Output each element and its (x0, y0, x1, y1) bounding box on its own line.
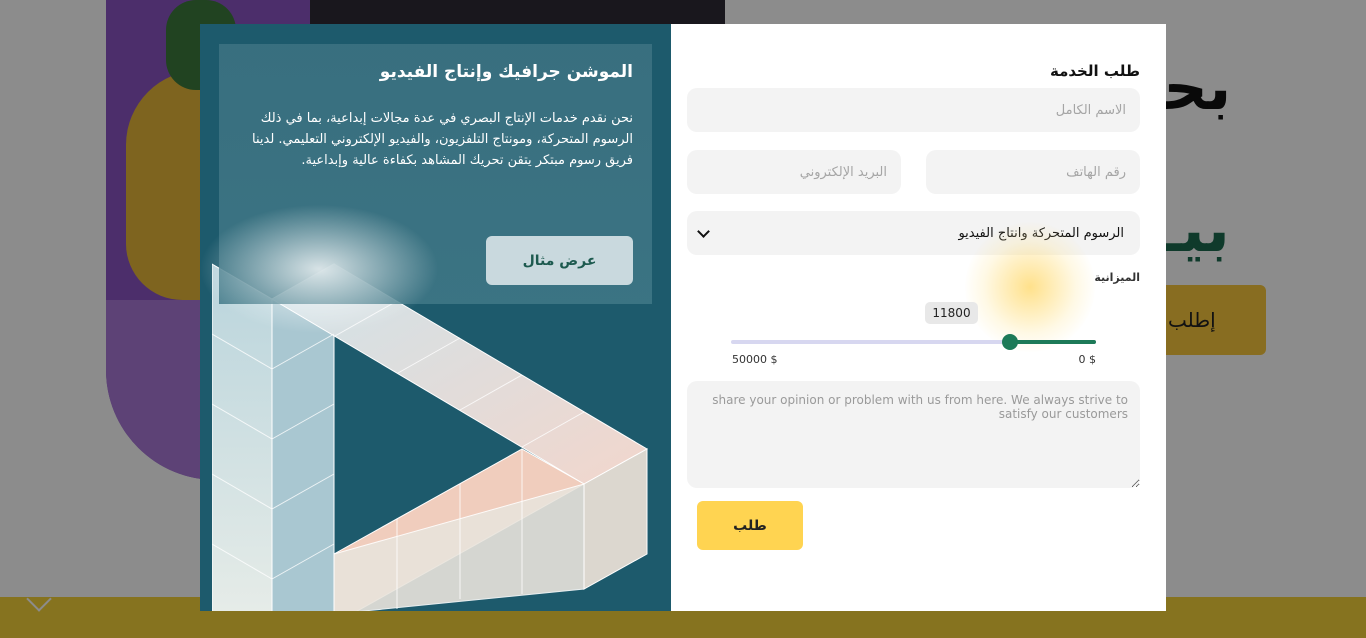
budget-value-bubble: 11800 (925, 302, 978, 324)
budget-min-label: 0 $ (1078, 353, 1097, 366)
decorative-glow (965, 222, 1095, 352)
chevron-down-icon (697, 224, 710, 238)
phone-input[interactable] (926, 150, 1140, 194)
budget-slider-thumb[interactable] (1001, 334, 1018, 350)
service-title: الموشن جرافيك وإنتاج الفيديو (379, 62, 633, 82)
service-info-card: الموشن جرافيك وإنتاج الفيديو نحن نقدم خد… (200, 44, 652, 334)
message-textarea[interactable] (687, 381, 1140, 488)
email-input[interactable] (687, 150, 901, 194)
form-title: طلب الخدمة (1050, 62, 1140, 80)
budget-label: الميزانية (1094, 271, 1140, 284)
service-description: نحن نقدم خدمات الإنتاج البصري في عدة مجا… (252, 111, 633, 168)
budget-slider-track[interactable] (731, 334, 1096, 350)
submit-button[interactable]: طلب (697, 501, 803, 550)
full-name-input[interactable] (687, 88, 1140, 132)
budget-max-label: 50000 $ (732, 353, 778, 366)
budget-slider-fill (1009, 340, 1096, 344)
view-example-button[interactable]: عرض مثال (486, 236, 633, 285)
service-info-panel: الموشن جرافيك وإنتاج الفيديو نحن نقدم خد… (200, 24, 671, 611)
